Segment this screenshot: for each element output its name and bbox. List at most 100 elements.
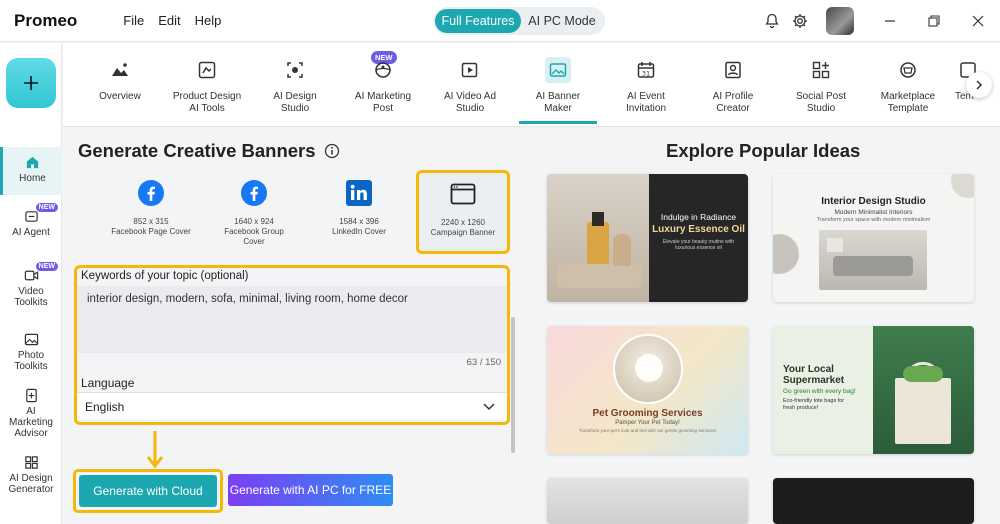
panel-title: Generate Creative Banners (78, 140, 340, 162)
card-subtitle: Transform your pet's look and feel with … (578, 428, 717, 433)
card-title: Go green with every bag! (783, 388, 856, 395)
marketplace-icon (895, 57, 921, 83)
tab-ai-profile-creator[interactable]: AI Profile Creator (689, 57, 777, 115)
generate-with-ai-pc-button[interactable]: Generate with AI PC for FREE (228, 474, 393, 506)
keywords-value: interior design, modern, sofa, minimal, … (87, 293, 408, 305)
home-icon (26, 156, 39, 169)
video-ad-icon (457, 57, 483, 83)
sidebar-item-label: AI Agent (12, 227, 50, 238)
tab-ai-marketing-post[interactable]: AI Marketing Post (339, 57, 427, 115)
size-name: LinkedIn Cover (332, 227, 386, 236)
photo-icon (24, 333, 38, 346)
full-features-button[interactable]: Full Features (435, 9, 521, 33)
bell-icon[interactable] (758, 7, 786, 35)
tab-label: Overview (99, 91, 141, 102)
card-text-area: Your Local Supermarket Go green with eve… (773, 326, 873, 454)
banner-maker-icon (545, 57, 571, 83)
tab-label: AI Video Ad Studio (443, 91, 497, 114)
generate-with-cloud-button[interactable]: Generate with Cloud (79, 475, 217, 507)
card-subtitle: Elevate your beauty routine with luxurio… (662, 239, 735, 251)
tab-ai-event-invitation[interactable]: 31 AI Event Invitation (602, 57, 690, 115)
generate-cloud-highlight: Generate with Cloud (73, 469, 223, 513)
tab-label: Marketplace Template (880, 91, 936, 114)
card-image (873, 326, 974, 454)
overview-icon (107, 57, 133, 83)
card-headline: Pet Grooming Services (592, 408, 703, 419)
card-title: Luxury Essence Oil (652, 224, 745, 235)
tab-label: AI Marketing Post (354, 91, 412, 114)
close-icon[interactable] (956, 0, 1000, 42)
design-studio-icon (282, 57, 308, 83)
card-subtitle: Eco-friendly tote bags for fresh produce… (783, 398, 845, 411)
facebook-icon (138, 180, 164, 206)
size-name: Facebook Group Cover (224, 227, 284, 246)
size-facebook-group-cover[interactable]: 1640 x 924 Facebook Group Cover (208, 172, 300, 254)
linkedin-icon (346, 180, 372, 206)
tab-label: Social Post Studio (795, 91, 847, 114)
menu-file[interactable]: File (123, 13, 144, 28)
idea-card-pet-grooming[interactable]: Pet Grooming Services Pamper Your Pet To… (547, 326, 748, 454)
card-title: Modern Minimalist Interiors (834, 209, 913, 216)
language-value: English (85, 400, 125, 414)
tab-social-post-studio[interactable]: Social Post Studio (777, 57, 865, 115)
info-icon[interactable] (324, 143, 340, 159)
sidebar-item-label: Photo Toolkits (14, 350, 48, 372)
idea-card-partial[interactable] (547, 478, 748, 524)
sidebar-item-label: AI Design Generator (8, 473, 54, 495)
tab-ai-video-ad-studio[interactable]: AI Video Ad Studio (426, 57, 514, 115)
card-image (613, 334, 683, 404)
minimize-icon[interactable] (868, 0, 912, 42)
idea-card-interior-design[interactable]: Interior Design Studio Modern Minimalist… (773, 174, 974, 302)
tab-ai-design-studio[interactable]: AI Design Studio (251, 57, 339, 115)
ai-pc-mode-button[interactable]: AI PC Mode (521, 9, 603, 33)
tab-label: AI Profile Creator (712, 91, 754, 114)
card-image (819, 230, 927, 290)
tab-label: AI Event Invitation (625, 91, 667, 114)
sidebar-item-label: Home (19, 173, 46, 184)
menu-edit[interactable]: Edit (158, 13, 180, 28)
tab-marketplace-template[interactable]: Marketplace Template (864, 57, 952, 115)
sidebar-item-ai-agent[interactable]: NEW AI Agent (0, 203, 62, 238)
menu-help[interactable]: Help (195, 13, 222, 28)
grid-icon (24, 456, 38, 469)
restore-icon[interactable] (912, 0, 956, 42)
add-button[interactable] (6, 58, 56, 108)
sidebar: Home NEW AI Agent NEW Video Toolkits Pho… (0, 43, 62, 524)
keywords-label: Keywords of your topic (optional) (81, 270, 249, 282)
product-design-icon (194, 57, 220, 83)
size-campaign-banner[interactable]: 2240 x 1260 Campaign Banner (416, 170, 510, 254)
size-linkedin-cover[interactable]: 1584 x 396 LinkedIn Cover (313, 172, 405, 254)
idea-card-essence-oil[interactable]: Indulge in Radiance Luxury Essence Oil E… (547, 174, 748, 302)
idea-card-partial[interactable] (773, 478, 974, 524)
tab-label: AI Design Studio (273, 91, 317, 114)
mode-switch: Full Features AI PC Mode (433, 7, 605, 35)
app-title: Promeo (14, 10, 78, 30)
generator-panel: Generate Creative Banners 852 x 315 Face… (63, 127, 519, 524)
tool-tabs: Overview Product Design AI Tools AI Desi… (63, 43, 1000, 127)
tab-product-design[interactable]: Product Design AI Tools (163, 57, 251, 115)
tab-overview[interactable]: Overview (76, 57, 164, 103)
menu-bar: File Edit Help (123, 13, 221, 28)
card-headline: Indulge in Radiance (660, 212, 737, 222)
sidebar-item-ai-marketing-advisor[interactable]: AI Marketing Advisor (0, 388, 62, 439)
keywords-count: 63 / 150 (466, 357, 501, 368)
language-select[interactable]: English (77, 392, 507, 420)
tab-ai-banner-maker[interactable]: AI Banner Maker (514, 57, 602, 115)
gear-icon[interactable] (786, 7, 814, 35)
sidebar-item-ai-design-generator[interactable]: AI Design Generator (0, 455, 62, 495)
social-post-icon (808, 57, 834, 83)
avatar[interactable] (826, 7, 854, 35)
advisor-icon (25, 388, 37, 403)
next-tabs-button[interactable] (966, 72, 992, 98)
card-title: Pamper Your Pet Today! (615, 420, 680, 426)
sidebar-item-photo-toolkits[interactable]: Photo Toolkits (0, 332, 62, 372)
browser-window-icon (450, 183, 476, 205)
ai-agent-icon (24, 211, 38, 222)
size-facebook-page-cover[interactable]: 852 x 315 Facebook Page Cover (105, 172, 197, 254)
sidebar-item-home[interactable]: Home (0, 147, 62, 195)
card-image (547, 174, 649, 302)
keywords-input[interactable]: interior design, modern, sofa, minimal, … (77, 286, 507, 368)
idea-card-supermarket[interactable]: Your Local Supermarket Go green with eve… (773, 326, 974, 454)
scrollbar[interactable] (511, 317, 515, 453)
sidebar-item-video-toolkits[interactable]: NEW Video Toolkits (0, 262, 62, 308)
